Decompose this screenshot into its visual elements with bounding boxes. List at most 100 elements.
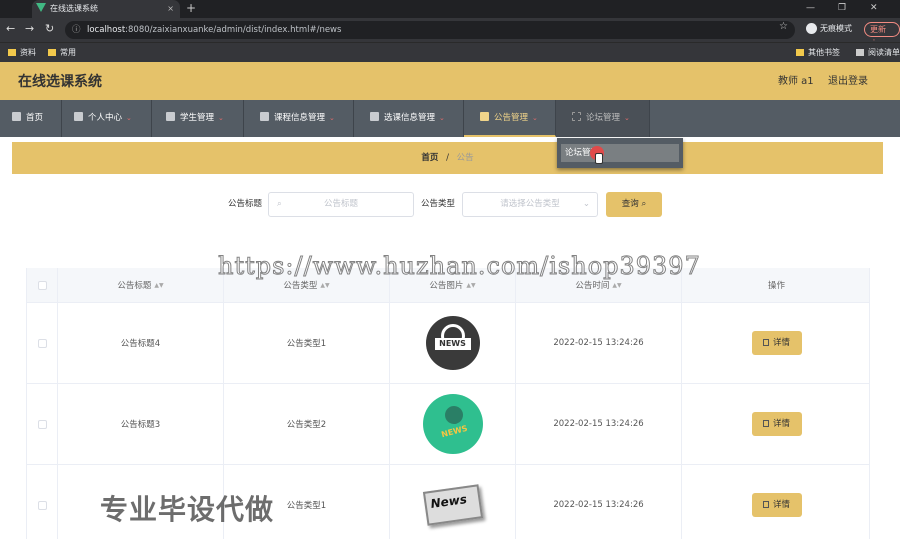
breadcrumb-home[interactable]: 首页 <box>421 153 438 163</box>
query-button[interactable]: 查询 ⌕ <box>606 192 662 217</box>
col-actions-label: 操作 <box>767 281 785 291</box>
minimize-icon[interactable]: — <box>806 0 815 16</box>
cell-time: 2022-02-15 13:24:26 <box>516 303 682 383</box>
cell-time: 2022-02-15 13:24:26 <box>516 384 682 464</box>
app-title: 在线选课系统 <box>18 74 102 90</box>
col-image-label: 公告图片 <box>429 281 464 291</box>
cn-watermark: 专业毕设代做 <box>100 493 275 526</box>
nav-label: 首页 <box>26 113 44 123</box>
grid-icon <box>260 112 269 121</box>
detail-label: 详情 <box>772 500 790 510</box>
title-placeholder: 公告标题 <box>323 199 358 209</box>
detail-label: 详情 <box>772 419 790 429</box>
url-host: localhost <box>87 25 126 35</box>
nav-item-home[interactable]: 首页 <box>0 100 62 137</box>
type-select[interactable]: 请选择公告类型 ⌄ <box>462 192 598 217</box>
detail-button[interactable]: 详情 <box>751 412 802 436</box>
reload-icon[interactable]: ↻ <box>45 22 54 36</box>
cell-actions: 详情 <box>682 465 869 539</box>
browser-tab-title: 在线选课系统 <box>50 4 98 13</box>
incognito-indicator[interactable]: 无痕模式 <box>806 23 852 35</box>
site-info-icon[interactable]: ⓘ <box>72 21 81 39</box>
incognito-label: 无痕模式 <box>820 24 852 33</box>
vue-logo-icon <box>36 3 46 12</box>
bookmark-folder-ziliao[interactable]: 资料 <box>8 43 36 62</box>
bookmark-label: 其他书签 <box>808 48 840 57</box>
row-checkbox[interactable] <box>37 419 47 429</box>
col-type-label: 公告类型 <box>283 281 318 291</box>
nav-item-students[interactable]: 学生管理 ⌄ <box>152 100 244 137</box>
title-search-input[interactable]: ⌕ 公告标题 <box>268 192 414 217</box>
chevron-down-icon: ⌄ <box>532 114 538 122</box>
back-icon[interactable]: ← <box>6 22 15 36</box>
sort-icon[interactable]: ▲▼ <box>466 282 475 289</box>
col-header-actions: 操作 <box>682 268 869 302</box>
cell-title: 公告标题3 <box>58 384 224 464</box>
chevron-down-icon: ⌄ <box>624 114 630 122</box>
document-icon <box>762 339 769 346</box>
address-bar-row: ← → ↻ ⓘ localhost:8080/zaixianxuanke/adm… <box>0 18 900 47</box>
forum-dropdown-menu: 论坛管理 <box>557 138 683 168</box>
sort-icon[interactable]: ▲▼ <box>612 282 621 289</box>
row-checkbox[interactable] <box>37 500 47 510</box>
user-icon <box>74 112 83 121</box>
folder-icon <box>8 49 16 56</box>
bookmark-label: 阅读清单 <box>868 48 900 57</box>
row-select-cell <box>27 465 58 539</box>
new-tab-button[interactable]: + <box>186 0 196 17</box>
detail-button[interactable]: 详情 <box>751 331 802 355</box>
title-label: 公告标题 <box>228 199 263 209</box>
document-icon <box>166 112 175 121</box>
chevron-down-icon: ⌄ <box>582 199 590 209</box>
detail-button[interactable]: 详情 <box>751 493 802 517</box>
nav-label: 课程信息管理 <box>274 113 326 123</box>
breadcrumb-current: 公告 <box>456 153 474 163</box>
dropdown-item-forum[interactable]: 论坛管理 <box>561 144 679 162</box>
url-field[interactable]: ⓘ localhost:8080/zaixianxuanke/admin/dis… <box>65 21 795 39</box>
sort-icon[interactable]: ▲▼ <box>320 282 329 289</box>
reading-list-icon <box>856 49 864 56</box>
close-tab-icon[interactable]: × <box>167 0 174 18</box>
bookmark-folder-changyong[interactable]: 常用 <box>48 43 76 62</box>
type-label: 公告类型 <box>421 199 456 209</box>
document-icon <box>762 420 769 427</box>
row-checkbox[interactable] <box>37 338 47 348</box>
news-paper-icon: News <box>422 484 483 526</box>
logout-link[interactable]: 退出登录 <box>828 62 868 102</box>
main-nav: 首页 个人中心 ⌄ 学生管理 ⌄ 课程信息管理 ⌄ 选课信息管理 ⌄ 公告管理 ⌄ 论坛管… <box>0 100 900 137</box>
nav-item-courses[interactable]: 课程信息管理 ⌄ <box>244 100 354 137</box>
reading-list[interactable]: 阅读清单 <box>856 43 900 62</box>
window-close-icon[interactable]: ✕ <box>870 0 878 16</box>
sort-icon[interactable]: ▲▼ <box>154 282 163 289</box>
current-user: 教师 a1 <box>778 76 814 87</box>
bookmark-star-icon[interactable]: ☆ <box>779 21 788 32</box>
update-label: 更新 <box>870 25 886 34</box>
forward-icon[interactable]: → <box>25 22 34 36</box>
url-watermark: https://www.huzhan.com/ishop39397 <box>218 252 701 281</box>
nav-item-announcements[interactable]: 公告管理 ⌄ <box>464 100 556 137</box>
cell-image: News <box>390 465 516 539</box>
col-title-label: 公告标题 <box>117 281 152 291</box>
row-select-cell <box>27 303 58 383</box>
maximize-icon[interactable]: ❐ <box>838 0 846 16</box>
nav-item-forum[interactable]: 论坛管理 ⌄ <box>556 100 650 137</box>
browser-tab[interactable]: 在线选课系统 × <box>32 0 180 18</box>
briefcase-icon <box>480 112 489 121</box>
incognito-icon <box>806 23 817 34</box>
nav-item-profile[interactable]: 个人中心 ⌄ <box>62 100 152 137</box>
chevron-down-icon: ⌄ <box>218 114 224 122</box>
table-row: 公告标题3 公告类型2 NEWS 2022-02-15 13:24:26 详情 <box>27 384 869 465</box>
news-mic-icon: NEWS <box>420 392 485 456</box>
nav-label: 公告管理 <box>494 113 529 123</box>
col-header-title[interactable]: 公告标题 ▲▼ <box>58 268 224 302</box>
select-all-checkbox[interactable] <box>37 280 47 290</box>
nav-item-enrollment[interactable]: 选课信息管理 ⌄ <box>354 100 464 137</box>
cell-actions: 详情 <box>682 303 869 383</box>
mouse-cursor-icon <box>590 146 604 164</box>
update-button[interactable]: 更新 ⋮ <box>864 22 900 47</box>
document-icon <box>762 501 769 508</box>
bookmark-other[interactable]: 其他书签 <box>796 43 840 62</box>
forum-icon <box>572 112 581 121</box>
cell-time: 2022-02-15 13:24:26 <box>516 465 682 539</box>
browser-tab-strip: 在线选课系统 × + — ❐ ✕ <box>0 0 900 18</box>
